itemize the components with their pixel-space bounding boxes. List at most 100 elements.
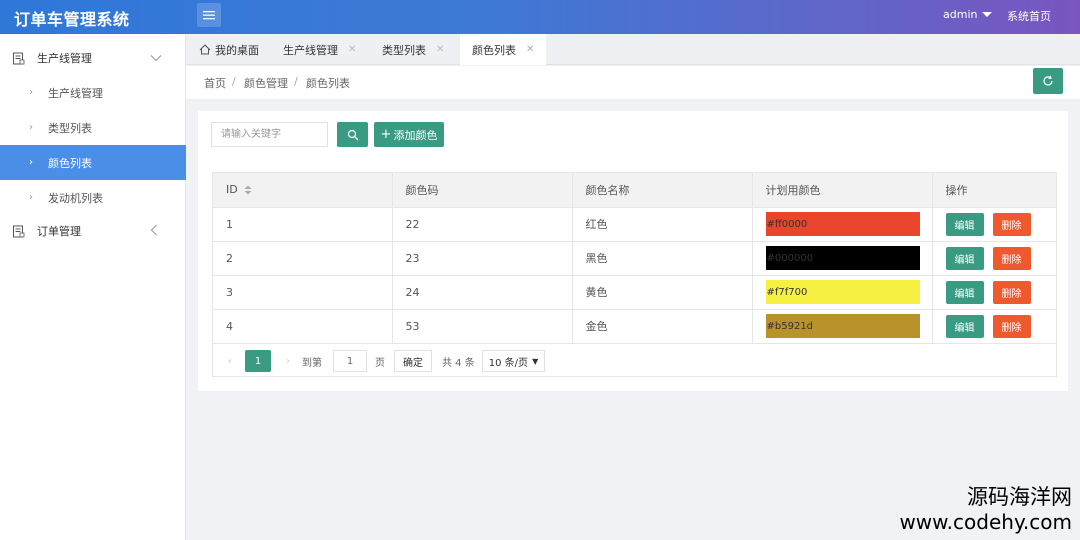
close-icon[interactable]: ✕	[526, 44, 534, 55]
column-header-planned-color: 计划用颜色	[752, 173, 933, 207]
sidebar-item-label: 颜色列表	[48, 156, 92, 170]
goto-page-input[interactable]	[333, 350, 367, 372]
close-icon[interactable]: ✕	[436, 44, 444, 55]
cell-name: 红色	[572, 206, 753, 241]
chevron-right-icon: ›	[29, 122, 33, 133]
page-number-current[interactable]: 1	[245, 350, 271, 372]
content-card: + 添加颜色 ID 颜色码 颜色名称 计划用颜色 操作 1 22 红色 #ff	[198, 111, 1068, 391]
edit-button[interactable]: 编辑	[945, 212, 984, 236]
column-header-name: 颜色名称	[572, 173, 753, 207]
cell-code: 24	[392, 274, 573, 309]
next-page-button[interactable]: ›	[281, 350, 295, 372]
cell-code: 53	[392, 308, 573, 343]
tab-production-line[interactable]: 生产线管理 ✕	[274, 34, 370, 65]
cell-id: 3	[213, 274, 393, 309]
sidebar-item-engine-list[interactable]: › 发动机列表	[0, 180, 186, 215]
sidebar-item-type-list[interactable]: › 类型列表	[0, 110, 186, 145]
chevron-down-icon: ▼	[532, 356, 539, 366]
sidebar: 生产线管理 › 生产线管理 › 类型列表 › 颜色列表 › 发动机列表 订单管理	[0, 34, 186, 540]
pagination: ‹ 1 › 到第 页 确定 共 4 条 10 条/页▼	[213, 343, 1056, 377]
sidebar-item-label: 类型列表	[48, 121, 92, 135]
color-swatch: #b5921d	[765, 314, 920, 339]
table-row: 1 22 红色 #ff0000 编辑 删除	[213, 206, 1056, 241]
refresh-button[interactable]	[1033, 68, 1063, 94]
cell-id: 4	[213, 308, 393, 343]
column-header-actions: 操作	[932, 173, 1056, 207]
edit-button[interactable]: 编辑	[945, 246, 984, 270]
close-icon[interactable]: ✕	[348, 44, 356, 55]
breadcrumb-color-management[interactable]: 颜色管理	[244, 75, 288, 91]
sidebar-group-production[interactable]: 生产线管理	[0, 41, 186, 75]
search-input[interactable]	[211, 122, 328, 147]
breadcrumb-separator: /	[294, 75, 298, 88]
breadcrumb: 首页 / 颜色管理 / 颜色列表	[186, 66, 1080, 100]
document-icon	[13, 52, 25, 64]
top-bar: 订单车管理系统 admin 系统首页	[0, 0, 1080, 34]
plus-icon: +	[380, 127, 392, 142]
search-button[interactable]	[337, 122, 368, 147]
sidebar-group-orders[interactable]: 订单管理	[0, 214, 186, 248]
sidebar-item-production-line[interactable]: › 生产线管理	[0, 75, 186, 110]
prev-page-button[interactable]: ‹	[223, 350, 237, 372]
sort-icon[interactable]	[244, 185, 252, 195]
tab-label: 生产线管理	[283, 43, 338, 57]
chevron-right-icon: ›	[29, 192, 33, 203]
edit-button[interactable]: 编辑	[945, 314, 984, 338]
system-home-link[interactable]: 系统首页	[1007, 8, 1051, 24]
caret-down-icon	[982, 12, 993, 17]
breadcrumb-current: 颜色列表	[306, 77, 350, 90]
table-row: 2 23 黑色 #000000 编辑 删除	[213, 240, 1056, 275]
cell-name: 黑色	[572, 240, 753, 275]
chevron-right-icon: ›	[29, 87, 33, 98]
cell-id: 1	[213, 206, 393, 241]
chevron-down-icon	[150, 51, 162, 65]
column-header-code: 颜色码	[392, 173, 573, 207]
tab-type-list[interactable]: 类型列表 ✕	[370, 34, 460, 65]
tab-bar: 我的桌面 生产线管理 ✕ 类型列表 ✕ 颜色列表 ✕	[186, 34, 1080, 65]
cell-code: 23	[392, 240, 573, 275]
tab-desktop[interactable]: 我的桌面	[186, 34, 274, 65]
color-table: ID 颜色码 颜色名称 计划用颜色 操作 1 22 红色 #ff0000 编辑删…	[212, 172, 1057, 377]
delete-button[interactable]: 删除	[992, 280, 1031, 304]
page-size-select[interactable]: 10 条/页 ▼	[482, 350, 545, 372]
breadcrumb-home[interactable]: 首页	[204, 75, 226, 91]
search-icon	[347, 129, 358, 140]
add-color-label: 添加颜色	[393, 128, 438, 142]
delete-button[interactable]: 删除	[992, 246, 1031, 270]
sidebar-item-label: 发动机列表	[48, 191, 103, 205]
edit-button[interactable]: 编辑	[945, 280, 984, 304]
delete-button[interactable]: 删除	[992, 212, 1031, 236]
sidebar-item-color-list[interactable]: › 颜色列表	[0, 145, 186, 180]
refresh-icon	[1043, 75, 1053, 86]
color-hex: #000000	[766, 252, 814, 264]
color-hex: #f7f700	[766, 286, 808, 298]
color-swatch: #000000	[765, 246, 920, 270]
page-unit-label: 页	[375, 357, 385, 369]
add-color-button[interactable]: + 添加颜色	[374, 122, 444, 147]
tab-color-list[interactable]: 颜色列表 ✕	[460, 34, 546, 65]
watermark-title: 源码海洋网	[967, 485, 1072, 509]
watermark-url: www.codehy.com	[899, 510, 1072, 534]
document-icon	[13, 225, 25, 237]
delete-button[interactable]: 删除	[992, 314, 1031, 338]
color-swatch: #ff0000	[765, 212, 920, 236]
cell-name: 黄色	[572, 274, 753, 309]
table-row: 3 24 黄色 #f7f700 编辑 删除	[213, 274, 1056, 309]
sidebar-group-label: 生产线管理	[37, 52, 92, 65]
total-count: 共 4 条	[442, 357, 475, 369]
menu-toggle-button[interactable]	[197, 3, 221, 27]
breadcrumb-separator: /	[232, 75, 236, 88]
goto-confirm-button[interactable]: 确定	[394, 350, 432, 372]
user-name: admin	[943, 8, 978, 21]
app-title: 订单车管理系统	[14, 10, 130, 29]
tab-label: 类型列表	[382, 43, 426, 57]
sidebar-item-label: 生产线管理	[48, 86, 103, 100]
color-hex: #ff0000	[766, 218, 808, 230]
tab-label: 我的桌面	[215, 43, 259, 57]
tab-label: 颜色列表	[472, 43, 516, 57]
user-menu[interactable]: admin	[943, 8, 993, 21]
table-header-row: ID 颜色码 颜色名称 计划用颜色 操作	[213, 173, 1056, 207]
chevron-left-icon	[150, 224, 158, 239]
color-swatch: #f7f700	[765, 280, 920, 304]
column-header-id[interactable]: ID	[213, 173, 393, 207]
